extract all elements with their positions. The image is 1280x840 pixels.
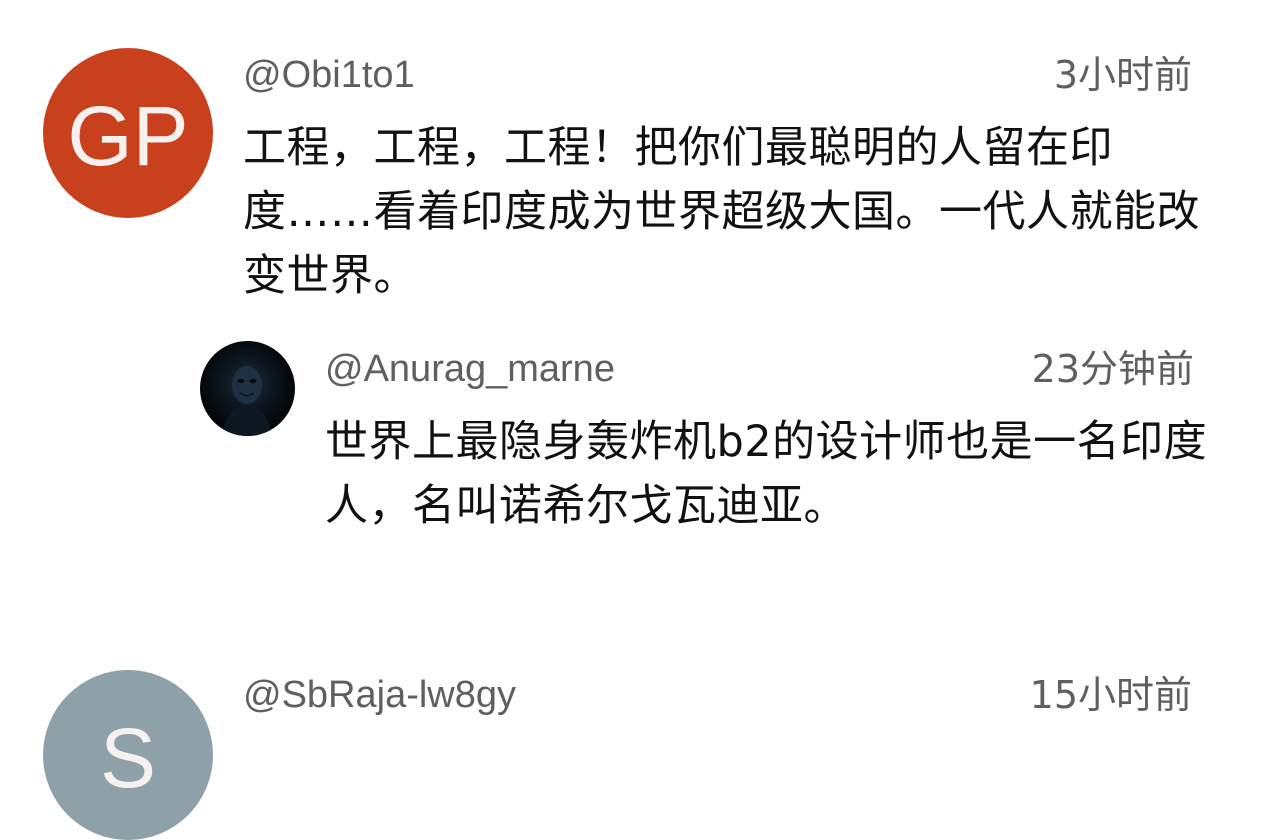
- comment-text: 工程，工程，工程！把你们最聪明的人留在印度……看着印度成为世界超级大国。一代人就…: [243, 123, 1200, 301]
- reply-timestamp: 23分钟前: [1031, 347, 1194, 391]
- comment: S @SbRaja-lw8gy 15小时前: [0, 660, 1280, 840]
- comment-author[interactable]: @SbRaja-lw8gy: [243, 676, 516, 714]
- avatar-initials: S: [99, 711, 157, 805]
- avatar[interactable]: GP: [43, 48, 213, 218]
- reply-text: 世界上最隐身轰炸机b2的设计师也是一名印度人，名叫诺希尔戈瓦迪亚。: [325, 417, 1208, 531]
- reply: @Anurag_marne 23分钟前 世界上最隐身轰炸机b2的设计师也是一名印…: [0, 330, 1280, 580]
- avatar[interactable]: S: [43, 670, 213, 840]
- masked-figure-avatar-icon: [222, 366, 272, 436]
- comment-timestamp: 3小时前: [1053, 53, 1192, 97]
- avatar-initials: GP: [67, 89, 189, 183]
- comment-author[interactable]: @Obi1to1: [243, 56, 415, 94]
- reply-author[interactable]: @Anurag_marne: [325, 350, 615, 388]
- avatar[interactable]: [200, 341, 295, 436]
- comment: GP @Obi1to1 3小时前 工程，工程，工程！把你们最聪明的人留在印度………: [0, 0, 1280, 320]
- comment-timestamp: 15小时前: [1029, 673, 1192, 717]
